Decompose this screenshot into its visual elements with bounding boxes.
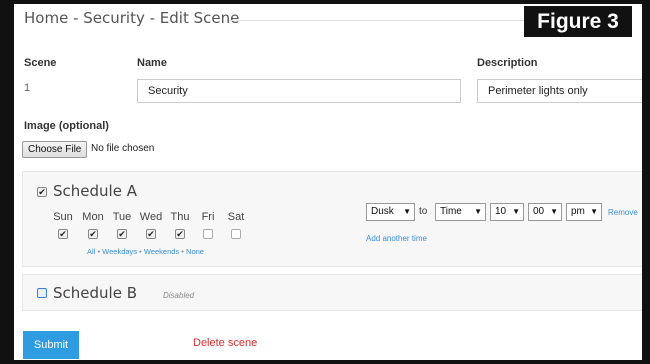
scene-label: Scene [24,57,57,69]
checkmark-icon: ✔ [147,229,155,239]
chevron-down-icon: ▼ [403,207,411,216]
day-label-wed: Wed [139,211,163,223]
edit-scene-page: Home - Security - Edit Scene Scene 1 Nam… [14,4,642,360]
chevron-down-icon: ▼ [590,207,598,216]
end-type-value: Time [440,206,462,217]
select-all-link[interactable]: All [87,247,95,256]
chevron-down-icon: ▼ [474,207,482,216]
day-checkbox-tue[interactable]: ✔ [117,229,127,239]
day-label-sat: Sat [227,211,245,223]
hour-value: 10 [495,206,507,217]
schedule-a-title: Schedule A [53,182,137,200]
chevron-down-icon: ▼ [512,207,520,216]
checkmark-icon: ✔ [38,187,46,197]
day-label-tue: Tue [112,211,132,223]
day-checkbox-sun[interactable]: ✔ [58,229,68,239]
day-checkbox-sat[interactable] [231,229,241,239]
day-label-sun: Sun [53,211,73,223]
select-none-link[interactable]: None [186,247,204,256]
submit-button[interactable]: Submit [23,331,79,359]
end-type-select[interactable]: Time ▼ [435,203,486,221]
start-time-select[interactable]: Dusk ▼ [366,203,415,221]
day-quick-links: All • Weekdays • Weekends • None [87,247,204,256]
link-separator: • [181,247,184,256]
chevron-down-icon: ▼ [550,207,558,216]
hour-select[interactable]: 10 ▼ [490,203,524,221]
day-checkbox-wed[interactable]: ✔ [146,229,156,239]
add-another-time-link[interactable]: Add another time [366,234,427,243]
remove-time-link[interactable]: Remove [608,208,638,217]
breadcrumb-divider [230,20,542,21]
checkmark-icon: ✔ [59,229,67,239]
checkmark-icon: ✔ [176,229,184,239]
link-separator: • [97,247,101,256]
breadcrumb: Home - Security - Edit Scene [24,9,240,27]
day-checkbox-thu[interactable]: ✔ [175,229,185,239]
start-time-value: Dusk [371,206,394,217]
schedule-b-panel: Schedule B Disabled [22,274,642,311]
minute-select[interactable]: 00 ▼ [528,203,562,221]
delete-scene-link[interactable]: Delete scene [193,337,257,349]
choose-file-button[interactable]: Choose File [22,141,88,158]
schedule-b-title: Schedule B [53,284,137,302]
to-label: to [419,206,428,217]
image-label: Image (optional) [24,120,109,132]
select-weekends-link[interactable]: Weekends [144,247,179,256]
description-label: Description [477,57,538,69]
day-checkbox-fri[interactable] [203,229,213,239]
day-label-thu: Thu [170,211,190,223]
checkmark-icon: ✔ [89,229,97,239]
file-status: No file chosen [91,143,155,154]
schedule-a-checkbox[interactable]: ✔ [37,187,47,197]
description-input[interactable]: Perimeter lights only [477,79,642,103]
day-checkbox-mon[interactable]: ✔ [88,229,98,239]
schedule-b-status: Disabled [163,291,195,300]
schedule-a-panel: ✔ Schedule A Sun Mon Tue Wed Thu Fri Sat… [22,171,642,267]
ampm-select[interactable]: pm ▼ [566,203,602,221]
day-label-fri: Fri [201,211,215,223]
figure-frame: Home - Security - Edit Scene Scene 1 Nam… [0,0,650,364]
name-input[interactable]: Security [137,79,461,103]
figure-label: Figure 3 [524,6,632,37]
scene-number: 1 [24,82,31,94]
day-label-mon: Mon [82,211,104,223]
link-separator: • [139,247,142,256]
schedule-b-checkbox[interactable] [37,288,47,298]
name-label: Name [137,57,167,69]
select-weekdays-link[interactable]: Weekdays [102,247,137,256]
ampm-value: pm [571,206,585,217]
checkmark-icon: ✔ [118,229,126,239]
minute-value: 00 [533,206,545,217]
